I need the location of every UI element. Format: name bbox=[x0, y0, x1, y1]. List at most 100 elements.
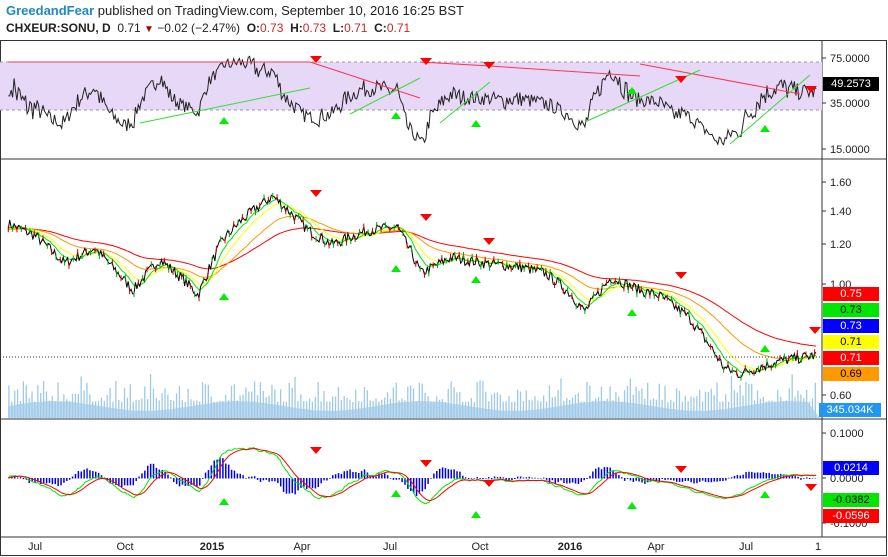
macd-histogram-bar bbox=[291, 478, 294, 494]
macd-histogram-bar bbox=[170, 477, 172, 479]
macd-histogram-bar bbox=[251, 476, 253, 479]
macd-histogram-bar bbox=[476, 477, 478, 479]
rsi-current-badge: 49.2573 bbox=[823, 77, 879, 91]
macd-histogram-bar bbox=[560, 478, 562, 481]
macd-histogram-bar bbox=[45, 478, 48, 484]
macd-badge: 0.0214 bbox=[823, 461, 879, 475]
rsi-axis-label: 15.0000 bbox=[830, 144, 870, 156]
macd-histogram-bar bbox=[265, 478, 268, 480]
sell-signal-icon bbox=[805, 484, 817, 491]
macd-histogram-bar bbox=[759, 472, 762, 479]
macd-histogram-bar bbox=[745, 472, 747, 479]
macd-histogram-bar bbox=[22, 478, 25, 480]
macd-histogram-bar bbox=[447, 469, 450, 479]
rsi-band bbox=[0, 62, 822, 110]
macd-histogram-bar bbox=[83, 469, 85, 479]
macd-histogram-bar bbox=[736, 474, 739, 479]
macd-histogram-bar bbox=[667, 478, 669, 480]
macd-histogram-bar bbox=[71, 476, 74, 479]
buy-signal-icon bbox=[760, 491, 770, 498]
macd-histogram-bar bbox=[279, 478, 282, 487]
macd-histogram-bar bbox=[343, 471, 346, 479]
price-ma-badge: 0.73 bbox=[823, 319, 879, 333]
macd-histogram-bar bbox=[126, 478, 129, 486]
macd-histogram-bar bbox=[673, 478, 675, 481]
buy-signal-icon bbox=[391, 490, 401, 497]
macd-histogram-bar bbox=[704, 478, 707, 482]
macd-histogram-bar bbox=[92, 471, 94, 479]
sell-signal-icon bbox=[675, 272, 687, 279]
macd-histogram-bar bbox=[693, 478, 695, 484]
macd-histogram-bar bbox=[542, 477, 545, 479]
macd-histogram-bar bbox=[618, 475, 620, 479]
chart-canvas[interactable]: 75.000035.000015.00001.601.401.201.000.6… bbox=[0, 0, 888, 557]
sell-signal-icon bbox=[420, 214, 432, 221]
buy-signal-icon bbox=[219, 293, 229, 300]
time-axis-label: 2016 bbox=[558, 541, 582, 553]
macd-histogram-bar bbox=[401, 478, 403, 483]
buy-signal-icon bbox=[471, 120, 481, 127]
macd-histogram-bar bbox=[684, 478, 687, 481]
macd-histogram-bar bbox=[545, 478, 548, 480]
sell-signal-icon bbox=[675, 466, 687, 473]
macd-histogram-bar bbox=[467, 478, 470, 479]
macd-histogram-bar bbox=[814, 477, 817, 479]
macd-histogram-bar bbox=[42, 478, 45, 484]
macd-histogram-bar bbox=[123, 478, 126, 486]
macd-histogram-bar bbox=[797, 476, 799, 479]
macd-histogram-bar bbox=[253, 476, 256, 479]
macd-histogram-bar bbox=[329, 478, 331, 479]
macd-histogram-bar bbox=[230, 469, 233, 479]
buy-signal-icon bbox=[627, 502, 637, 509]
macd-histogram-bar bbox=[652, 478, 655, 480]
macd-histogram-bar bbox=[571, 478, 574, 483]
macd-histogram-bar bbox=[222, 458, 224, 479]
buy-signal-icon bbox=[219, 498, 229, 505]
price-ma-badge: 0.71 bbox=[823, 335, 879, 349]
price-line bbox=[7, 194, 817, 379]
macd-histogram-bar bbox=[381, 474, 383, 479]
macd-histogram-bar bbox=[568, 478, 571, 484]
buy-signal-icon bbox=[760, 125, 770, 132]
macd-histogram-bar bbox=[811, 477, 814, 479]
macd-histogram-bar bbox=[516, 476, 519, 479]
macd-histogram-bar bbox=[320, 478, 322, 484]
macd-histogram-bar bbox=[135, 478, 137, 481]
macd-histogram-bar bbox=[488, 477, 490, 479]
macd-histogram-bar bbox=[753, 472, 756, 479]
macd-histogram-bar bbox=[77, 471, 80, 479]
macd-histogram-bar bbox=[496, 477, 499, 479]
time-axis-label: 2015 bbox=[200, 541, 224, 553]
macd-badge: -0.0382 bbox=[823, 493, 879, 507]
price-axis-label: 0.60 bbox=[830, 390, 851, 402]
macd-histogram-bar bbox=[514, 478, 516, 480]
macd-histogram-bar bbox=[762, 472, 765, 479]
macd-histogram-bar bbox=[713, 478, 716, 482]
macd-histogram-bar bbox=[430, 478, 432, 479]
macd-histogram-bar bbox=[147, 465, 149, 479]
macd-histogram-bar bbox=[525, 477, 528, 479]
macd-histogram-bar bbox=[733, 475, 736, 479]
macd-histogram-bar bbox=[120, 478, 123, 488]
macd-histogram-bar bbox=[175, 478, 178, 485]
buy-signal-icon bbox=[760, 345, 770, 352]
rsi-axis-label: 75.0000 bbox=[830, 53, 870, 65]
macd-histogram-bar bbox=[346, 470, 348, 479]
macd-histogram-bar bbox=[771, 474, 773, 479]
macd-histogram-bar bbox=[502, 477, 505, 479]
macd-histogram-bar bbox=[528, 476, 531, 479]
time-axis-label: Jul bbox=[739, 541, 753, 553]
macd-histogram-bar bbox=[392, 478, 395, 480]
time-axis-label: 1 bbox=[815, 541, 821, 553]
macd-histogram-bar bbox=[421, 478, 424, 492]
macd-histogram-bar bbox=[51, 478, 54, 485]
macd-histogram-bar bbox=[436, 471, 438, 479]
buy-signal-icon bbox=[219, 117, 229, 124]
ma-10 bbox=[7, 198, 817, 374]
price-axis-label: 1.60 bbox=[830, 177, 851, 189]
macd-histogram-bar bbox=[256, 478, 259, 480]
macd-histogram-bar bbox=[337, 473, 340, 479]
macd-histogram-bar bbox=[554, 478, 557, 484]
macd-histogram-bar bbox=[285, 478, 288, 494]
volume-badge: 345.034K bbox=[819, 403, 881, 417]
